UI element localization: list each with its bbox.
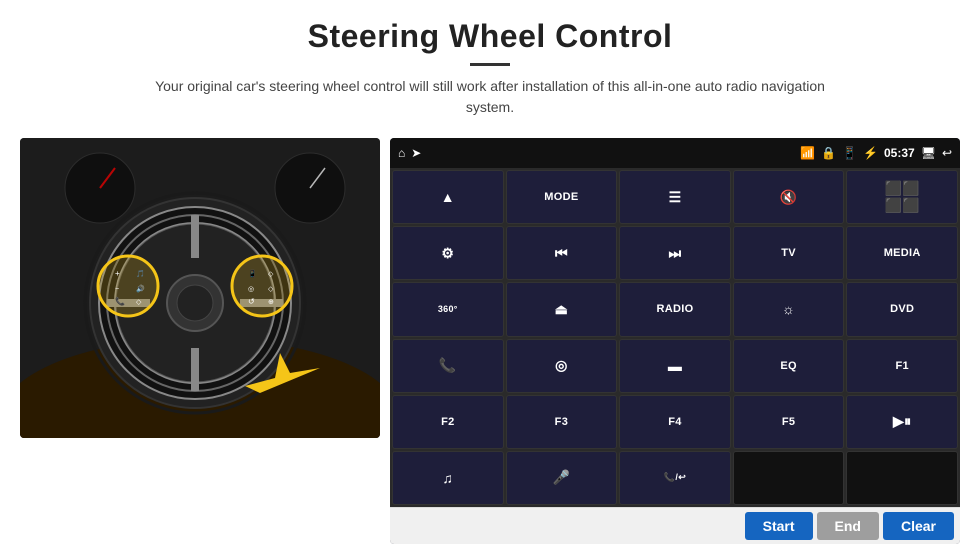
svg-text:◇: ◇ <box>268 286 274 293</box>
grid-btn-f2[interactable]: F2 <box>392 395 504 449</box>
grid-btn-settings[interactable]: ⚙ <box>392 226 504 280</box>
grid-btn-screen[interactable]: ▬ <box>619 339 731 393</box>
grid-btn-radio[interactable]: RADIO <box>619 282 731 336</box>
call-end-icon: 📞/↩ <box>664 472 686 483</box>
mic-icon: 🎤 <box>553 469 571 486</box>
start-button[interactable]: Start <box>745 512 813 540</box>
grid-btn-playpause[interactable]: ▶⏸ <box>846 395 958 449</box>
svg-text:🔊: 🔊 <box>136 284 145 293</box>
grid-btn-apps[interactable]: ⬛⬛⬛⬛ <box>846 170 958 224</box>
svg-text:◇: ◇ <box>268 271 274 278</box>
svg-text:🎵: 🎵 <box>136 269 145 278</box>
grid-btn-brightness[interactable]: ☼ <box>733 282 845 336</box>
subtitle-text: Your original car's steering wheel contr… <box>140 76 840 118</box>
grid-btn-f3[interactable]: F3 <box>506 395 618 449</box>
grid-btn-empty2 <box>846 451 958 505</box>
phone-icon: 📞 <box>439 357 457 374</box>
time-display: 05:37 <box>884 146 915 160</box>
screen-icon: 🖥 <box>921 146 936 160</box>
grid-btn-f4[interactable]: F4 <box>619 395 731 449</box>
navigate-icon: ▲ <box>441 189 455 205</box>
screen2-icon: ▬ <box>668 358 682 374</box>
status-bar-left: ⌂ ➤ <box>398 146 421 160</box>
svg-text:◎: ◎ <box>248 286 254 293</box>
grid-btn-mute[interactable]: 🔇 <box>733 170 845 224</box>
brightness-icon: ☼ <box>782 301 795 317</box>
grid-btn-menu[interactable]: ☰ <box>619 170 731 224</box>
svg-text:+: + <box>115 269 120 278</box>
grid-btn-prev[interactable]: ⏮ <box>506 226 618 280</box>
svg-text:⊕: ⊕ <box>268 299 274 306</box>
playpause-icon: ▶⏸ <box>893 413 911 430</box>
grid-btn-phone[interactable]: 📞 <box>392 339 504 393</box>
apps-icon: ⬛⬛⬛⬛ <box>884 180 919 214</box>
grid-btn-next[interactable]: ⏭ <box>619 226 731 280</box>
grid-btn-music[interactable]: ♫ <box>392 451 504 505</box>
eq-label: EQ <box>780 360 797 372</box>
tv-label: TV <box>781 247 796 259</box>
grid-btn-empty1 <box>733 451 845 505</box>
navigation-icon[interactable]: ➤ <box>411 146 421 160</box>
svg-text:📞: 📞 <box>115 296 125 306</box>
page-container: Steering Wheel Control Your original car… <box>0 0 980 544</box>
grid-btn-eject[interactable]: ⏏ <box>506 282 618 336</box>
grid-btn-r1c1[interactable]: ▲ <box>392 170 504 224</box>
dvd-label: DVD <box>890 303 914 315</box>
nav-icon: ◎ <box>555 357 568 374</box>
svg-text:−: − <box>115 286 119 293</box>
f2-label: F2 <box>441 416 454 428</box>
menu-icon: ☰ <box>669 189 682 206</box>
grid-btn-mic[interactable]: 🎤 <box>506 451 618 505</box>
lock-icon: 🔒 <box>821 146 836 160</box>
clear-button[interactable]: Clear <box>883 512 954 540</box>
mute-icon: 🔇 <box>780 189 798 206</box>
grid-btn-tv[interactable]: TV <box>733 226 845 280</box>
prev-icon: ⏮ <box>555 245 568 262</box>
grid-btn-media[interactable]: MEDIA <box>846 226 958 280</box>
grid-btn-nav[interactable]: ◎ <box>506 339 618 393</box>
head-unit-panel: ⌂ ➤ 📶 🔒 📱 ⚡ 05:37 🖥 ↩ ▲ <box>390 138 960 544</box>
title-underline <box>470 63 510 66</box>
next-icon: ⏭ <box>669 245 682 262</box>
svg-text:📱: 📱 <box>248 269 257 278</box>
f1-label: F1 <box>895 360 908 372</box>
back-icon[interactable]: ↩ <box>942 146 952 160</box>
wifi-icon: 📶 <box>800 146 815 160</box>
svg-text:↺: ↺ <box>248 297 255 306</box>
radio-label: RADIO <box>657 303 694 315</box>
page-title: Steering Wheel Control <box>60 18 920 55</box>
mode-label: MODE <box>544 191 578 203</box>
360-label: 360° <box>438 304 458 314</box>
svg-text:◇: ◇ <box>136 299 142 306</box>
grid-btn-f1[interactable]: F1 <box>846 339 958 393</box>
grid-btn-call-end[interactable]: 📞/↩ <box>619 451 731 505</box>
grid-btn-mode[interactable]: MODE <box>506 170 618 224</box>
content-section: + 🎵 − 📞 🔊 ◇ 📱 ◇ ◎ ◇ ↺ ⊕ <box>0 128 980 544</box>
grid-btn-360[interactable]: 360° <box>392 282 504 336</box>
grid-btn-f5[interactable]: F5 <box>733 395 845 449</box>
sim-icon: 📱 <box>842 146 857 160</box>
status-bar-right: 📶 🔒 📱 ⚡ 05:37 🖥 ↩ <box>800 146 952 160</box>
grid-btn-dvd[interactable]: DVD <box>846 282 958 336</box>
grid-btn-eq[interactable]: EQ <box>733 339 845 393</box>
eject-icon: ⏏ <box>555 301 569 318</box>
status-bar: ⌂ ➤ 📶 🔒 📱 ⚡ 05:37 🖥 ↩ <box>390 138 960 168</box>
music-icon: ♫ <box>442 470 453 486</box>
media-label: MEDIA <box>884 247 921 259</box>
bottom-action-bar: Start End Clear <box>390 507 960 544</box>
end-button[interactable]: End <box>817 512 879 540</box>
home-icon[interactable]: ⌂ <box>398 146 405 160</box>
settings-icon: ⚙ <box>441 245 454 262</box>
f3-label: F3 <box>555 416 568 428</box>
steering-wheel-image: + 🎵 − 📞 🔊 ◇ 📱 ◇ ◎ ◇ ↺ ⊕ <box>20 138 380 438</box>
bluetooth-icon: ⚡ <box>863 146 878 160</box>
f4-label: F4 <box>668 416 681 428</box>
header-section: Steering Wheel Control Your original car… <box>0 0 980 128</box>
button-grid: ▲ MODE ☰ 🔇 ⬛⬛⬛⬛ ⚙ ⏮ <box>390 168 960 507</box>
f5-label: F5 <box>782 416 795 428</box>
